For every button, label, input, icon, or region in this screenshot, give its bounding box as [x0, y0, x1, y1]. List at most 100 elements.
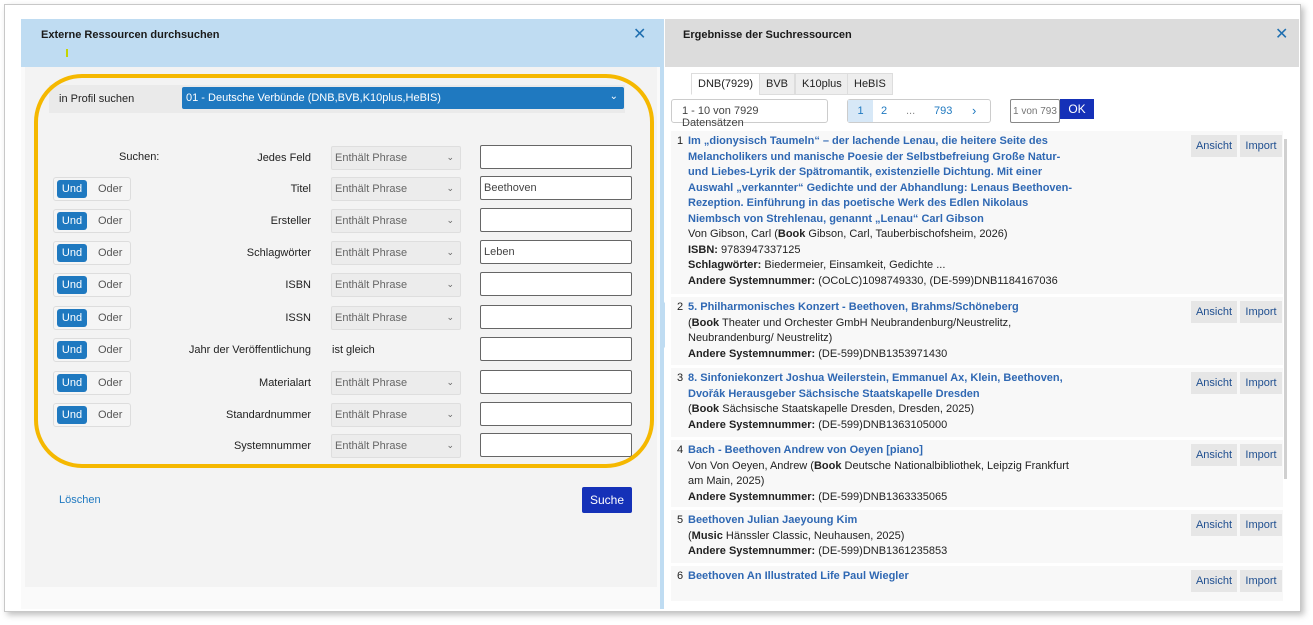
und-button[interactable]: Und	[57, 374, 87, 392]
close-icon[interactable]: ✕	[633, 27, 646, 43]
operator-select[interactable]: Enthält Phrase ⌄	[331, 371, 461, 395]
result-title[interactable]: Beethoven Julian Jaeyoung Kim	[688, 513, 1078, 529]
bool-toggle[interactable]: Und Oder	[53, 306, 131, 330]
view-button[interactable]: Ansicht	[1191, 444, 1237, 466]
bool-toggle[interactable]: Und Oder	[53, 371, 131, 395]
result-meta-key: Andere Systemnummer:	[688, 418, 816, 431]
external-resources-panel: Externe Ressourcen durchsuchen ✕ in Prof…	[21, 19, 661, 609]
bool-toggle[interactable]: Und Oder	[53, 273, 131, 297]
operator-select[interactable]: Enthält Phrase ⌄	[331, 146, 461, 170]
operator-select[interactable]: Enthält Phrase ⌄	[331, 241, 461, 265]
operator-select[interactable]: Enthält Phrase ⌄	[331, 209, 461, 233]
operator-select[interactable]: Enthält Phrase ⌄	[331, 306, 461, 330]
field-value-input[interactable]	[480, 370, 632, 394]
oder-button[interactable]: Oder	[98, 374, 122, 392]
oder-button[interactable]: Oder	[98, 309, 122, 327]
page-last-button[interactable]: 793	[934, 105, 952, 117]
field-value-input[interactable]	[480, 145, 632, 169]
view-button[interactable]: Ansicht	[1191, 570, 1237, 592]
result-body: 5. Philharmonisches Konzert - Beethoven,…	[688, 300, 1078, 362]
result-item: 3 8. Sinfoniekonzert Joshua Weilerstein, …	[671, 368, 1283, 438]
result-title[interactable]: 8. Sinfoniekonzert Joshua Weilerstein, E…	[688, 371, 1078, 402]
result-meta-key: Andere Systemnummer:	[688, 347, 816, 360]
und-button[interactable]: Und	[57, 244, 87, 262]
field-value-input[interactable]: Leben	[480, 240, 632, 264]
field-value-input[interactable]	[480, 272, 632, 296]
field-label: ISBN	[285, 279, 311, 291]
bool-toggle[interactable]: Und Oder	[53, 209, 131, 233]
tab-dnb[interactable]: DNB(7929)	[691, 73, 761, 95]
und-button[interactable]: Und	[57, 212, 87, 230]
und-button[interactable]: Und	[57, 309, 87, 327]
import-button[interactable]: Import	[1240, 135, 1282, 157]
field-value-input[interactable]	[480, 337, 632, 361]
field-label: Titel	[290, 183, 311, 195]
view-button[interactable]: Ansicht	[1191, 135, 1237, 157]
operator-select[interactable]: Enthält Phrase ⌄	[331, 273, 461, 297]
result-number: 1	[677, 135, 684, 147]
field-value-input[interactable]	[480, 208, 632, 232]
tab-bvb[interactable]: BVB	[759, 73, 796, 95]
result-item: 6 Beethoven An Illustrated Life Paul Wieg…	[671, 566, 1283, 601]
field-value-input[interactable]: Beethoven	[480, 176, 632, 200]
oder-button[interactable]: Oder	[98, 341, 122, 359]
result-meta-key: Andere Systemnummer:	[688, 274, 816, 287]
import-button[interactable]: Import	[1240, 372, 1282, 394]
page-2-button[interactable]: 2	[881, 105, 887, 117]
result-meta-key: Andere Systemnummer:	[688, 545, 816, 557]
view-button[interactable]: Ansicht	[1191, 514, 1237, 536]
field-value-input[interactable]	[480, 433, 632, 457]
result-type: Book	[777, 228, 806, 240]
oder-button[interactable]: Oder	[98, 276, 122, 294]
import-button[interactable]: Import	[1240, 514, 1282, 536]
oder-button[interactable]: Oder	[98, 212, 122, 230]
result-number: 6	[677, 570, 684, 582]
app-window: Externe Ressourcen durchsuchen ✕ in Prof…	[4, 4, 1301, 612]
import-button[interactable]: Import	[1240, 570, 1282, 592]
tab-hebis[interactable]: HeBIS	[847, 73, 893, 95]
next-page-icon[interactable]: ›	[972, 103, 976, 118]
search-field-row: Und Oder Ersteller Enthält Phrase ⌄	[21, 208, 661, 236]
result-title[interactable]: Beethoven An Illustrated Life Paul Wiegl…	[688, 569, 1078, 585]
profile-select[interactable]: 01 - Deutsche Verbünde (DNB,BVB,K10plus,…	[182, 87, 624, 109]
und-button[interactable]: Und	[57, 406, 87, 424]
result-body: Im „dionysisch Taumeln“ – der lachende L…	[688, 134, 1078, 289]
result-publisher: Hänssler Classic, Neuhausen, 2025)	[722, 529, 905, 542]
field-value-input[interactable]	[480, 305, 632, 329]
und-button[interactable]: Und	[57, 341, 87, 359]
und-button[interactable]: Und	[57, 276, 87, 294]
close-icon[interactable]: ✕	[1275, 27, 1288, 43]
bool-toggle[interactable]: Und Oder	[53, 177, 131, 201]
operator-select[interactable]: Enthält Phrase ⌄	[331, 403, 461, 427]
field-value-input[interactable]	[480, 402, 632, 426]
bool-toggle[interactable]: Und Oder	[53, 241, 131, 265]
page-input[interactable]	[1010, 99, 1060, 123]
import-button[interactable]: Import	[1240, 301, 1282, 323]
operator-select[interactable]: Enthält Phrase ⌄	[331, 434, 461, 458]
view-button[interactable]: Ansicht	[1191, 372, 1237, 394]
result-title[interactable]: Bach - Beethoven Andrew von Oeyen [piano…	[688, 443, 1078, 459]
oder-button[interactable]: Oder	[98, 406, 122, 424]
view-button[interactable]: Ansicht	[1191, 301, 1237, 323]
result-title[interactable]: Im „dionysisch Taumeln“ – der lachende L…	[688, 134, 1078, 227]
ok-button[interactable]: OK	[1060, 99, 1094, 119]
field-label: Jahr der Veröffentlichung	[188, 344, 311, 356]
tab-k10plus[interactable]: K10plus	[795, 73, 849, 95]
operator-select[interactable]: Enthält Phrase ⌄	[331, 177, 461, 201]
clear-link[interactable]: Löschen	[59, 494, 101, 506]
oder-button[interactable]: Oder	[98, 244, 122, 262]
page-1-button[interactable]: 1	[848, 100, 873, 122]
result-item: 1 Im „dionysisch Taumeln“ – der lachende …	[671, 131, 1283, 295]
result-author: Von Von Oeyen, Andrew (	[688, 459, 814, 472]
bool-toggle[interactable]: Und Oder	[53, 338, 131, 362]
import-button[interactable]: Import	[1240, 444, 1282, 466]
chevron-down-icon: ⌄	[446, 409, 454, 419]
search-button[interactable]: Suche	[582, 487, 632, 513]
profile-select-value: 01 - Deutsche Verbünde (DNB,BVB,K10plus,…	[186, 92, 441, 104]
oder-button[interactable]: Oder	[98, 180, 122, 198]
search-field-row: Systemnummer Enthält Phrase ⌄	[21, 433, 661, 461]
und-button[interactable]: Und	[57, 180, 87, 198]
bool-toggle[interactable]: Und Oder	[53, 403, 131, 427]
scrollbar[interactable]	[1284, 139, 1287, 479]
result-title[interactable]: 5. Philharmonisches Konzert - Beethoven,…	[688, 300, 1078, 316]
